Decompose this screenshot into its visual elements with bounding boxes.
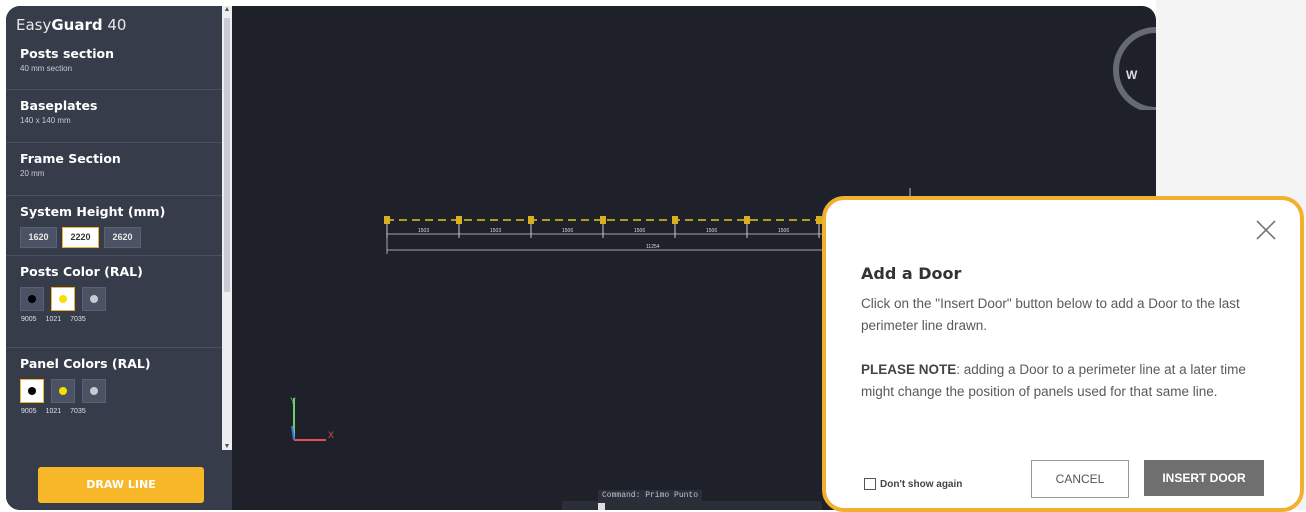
dialog-title: Add a Door (861, 264, 962, 283)
section-title: Posts Color (RAL) (20, 264, 143, 279)
dialog-instructions: Click on the "Insert Door" button below … (861, 296, 1240, 333)
posts-color-labels: 9005 1021 7035 (21, 316, 86, 323)
segment-label: 1506 (778, 228, 789, 234)
system-height-section: System Height (mm) 1620 2220 2620 (6, 196, 222, 256)
section-value: 20 mm (20, 169, 45, 178)
brand-title: EasyGuard 40 (16, 16, 127, 34)
section-title: System Height (mm) (20, 204, 166, 219)
scroll-up-icon[interactable]: ▲ (222, 6, 232, 13)
section-title: Frame Section (20, 151, 121, 166)
scrollbar-thumb[interactable] (224, 18, 230, 292)
draw-line-button[interactable]: DRAW LINE (38, 467, 204, 503)
dont-show-again-checkbox[interactable]: Don't show again (864, 478, 962, 490)
posts-color-7035-swatch[interactable] (82, 287, 106, 311)
section-title: Posts section (20, 46, 115, 61)
posts-color-9005-swatch[interactable] (20, 287, 44, 311)
section-value: 40 mm section (20, 64, 73, 73)
sidebar-scrollbar[interactable]: ▲ ▼ (222, 6, 232, 450)
command-line: Command: Primo Punto (598, 490, 703, 501)
checkbox-label: Don't show again (880, 478, 963, 490)
panel-color-1021-swatch[interactable] (51, 379, 75, 403)
panel-color-swatches (20, 379, 222, 403)
panel-color-labels: 9005 1021 7035 (21, 408, 86, 415)
section-title: Baseplates (20, 98, 98, 113)
sidebar: EasyGuard 40 Posts section 40 mm section… (6, 6, 222, 510)
svg-text:Y: Y (290, 396, 296, 406)
posts-section-option[interactable]: Posts section 40 mm section (6, 42, 222, 90)
posts-color-section: Posts Color (RAL) 9005 1021 7035 (6, 256, 222, 348)
panel-color-7035-swatch[interactable] (82, 379, 106, 403)
compass-west-label: W (1126, 68, 1138, 82)
close-icon[interactable] (1254, 218, 1278, 242)
height-1620-button[interactable]: 1620 (20, 227, 57, 248)
section-value: 140 x 140 mm (20, 116, 71, 125)
svg-text:X: X (328, 430, 334, 440)
posts-color-swatches (20, 287, 222, 311)
baseplates-option[interactable]: Baseplates 140 x 140 mm (6, 90, 222, 143)
post-stems (386, 224, 820, 238)
posts-color-1021-swatch[interactable] (51, 287, 75, 311)
segment-label: 1503 (418, 228, 429, 234)
cancel-button[interactable]: CANCEL (1031, 460, 1129, 498)
panel-color-9005-swatch[interactable] (20, 379, 44, 403)
checkbox-box[interactable] (864, 478, 876, 490)
height-options: 1620 2220 2620 (20, 227, 222, 248)
panel-colors-section: Panel Colors (RAL) 9005 1021 7035 (6, 348, 222, 423)
height-2220-button[interactable]: 2220 (62, 227, 99, 248)
viewcube-compass[interactable]: W (1096, 20, 1156, 110)
dialog-body: Click on the "Insert Door" button below … (861, 293, 1269, 403)
add-door-dialog: Add a Door Click on the "Insert Door" bu… (822, 196, 1304, 512)
segment-label: 1506 (634, 228, 645, 234)
section-title: Panel Colors (RAL) (20, 356, 151, 371)
ucs-axes-icon: Y X (290, 396, 334, 441)
segment-label: 1506 (562, 228, 573, 234)
dialog-note: PLEASE NOTE: adding a Door to a perimete… (861, 362, 1246, 399)
total-length-label: 11254 (646, 244, 660, 250)
scroll-down-icon[interactable]: ▼ (222, 443, 232, 450)
insert-door-button[interactable]: INSERT DOOR (1144, 460, 1264, 496)
segment-label: 1503 (490, 228, 501, 234)
sidebar-footer: DRAW LINE (6, 450, 232, 510)
frame-section-option[interactable]: Frame Section 20 mm (6, 143, 222, 196)
height-2620-button[interactable]: 2620 (104, 227, 141, 248)
segment-label: 1506 (706, 228, 717, 234)
